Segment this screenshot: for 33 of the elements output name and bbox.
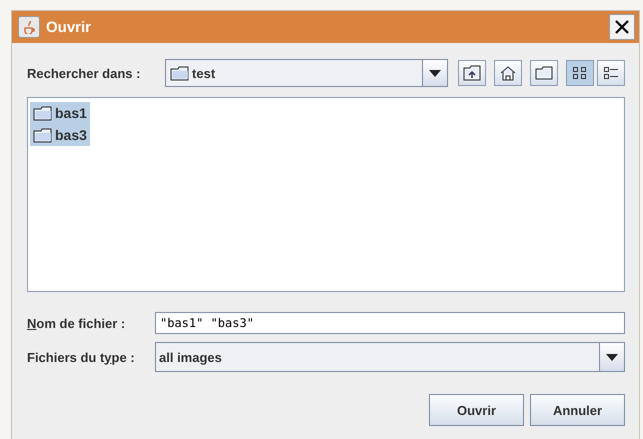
list-view-icon: [572, 65, 588, 81]
field-label: Rechercher dans :: [27, 66, 142, 80]
toolbar-button[interactable]: [458, 60, 486, 86]
toolbar-button[interactable]: [597, 60, 625, 86]
folder-icon: [535, 66, 553, 80]
dropdown-arrow-button[interactable]: [599, 343, 624, 371]
dropdown-arrow-button[interactable]: [422, 60, 447, 86]
dropdown-value: test: [192, 66, 216, 80]
toolbar-button[interactable]: [530, 60, 558, 86]
details-view-icon: [603, 65, 619, 81]
app-icon: [18, 16, 40, 38]
look-in-dropdown[interactable]: test: [165, 59, 448, 87]
field-label: Fichiers du type :: [27, 350, 136, 364]
close-icon: [615, 20, 629, 34]
file-type-dropdown[interactable]: all images: [155, 342, 625, 372]
caret-icon: [429, 70, 441, 76]
dialog-button[interactable]: Ouvrir: [429, 394, 524, 426]
home-icon: [499, 65, 517, 81]
file-item[interactable]: bas3: [30, 124, 90, 146]
file-name-field[interactable]: "bas1" "bas3": [155, 312, 625, 334]
toolbar-button[interactable]: [494, 60, 522, 86]
close-button[interactable]: [609, 14, 635, 40]
dropdown-value: all images: [159, 350, 222, 364]
folder-icon: [170, 66, 190, 80]
caret-icon: [606, 354, 618, 360]
dialog-button[interactable]: Annuler: [530, 394, 625, 426]
folder-up-icon: [463, 65, 481, 81]
toolbar-button[interactable]: [566, 60, 594, 86]
window-title: Ouvrir: [46, 18, 92, 36]
field-label: Nom de fichier :: [27, 316, 126, 330]
folder-icon: [33, 106, 53, 120]
folder-icon: [33, 128, 53, 142]
file-item[interactable]: bas1: [30, 102, 90, 124]
